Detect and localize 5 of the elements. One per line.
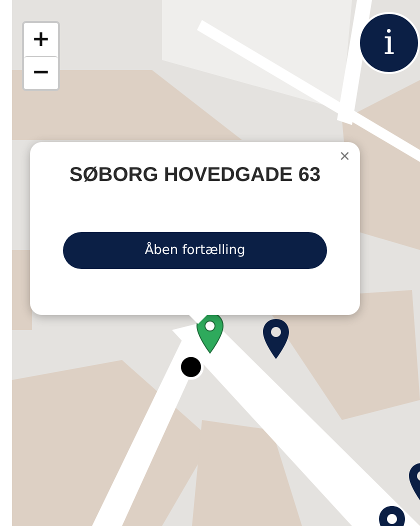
map-pin-icon[interactable] (196, 312, 224, 354)
popup-title: SØBORG HOVEDGADE 63 (69, 164, 321, 187)
close-button[interactable]: × (335, 147, 354, 167)
open-story-button[interactable]: Åben fortælling (63, 232, 327, 269)
map-pin-icon[interactable] (262, 318, 290, 360)
